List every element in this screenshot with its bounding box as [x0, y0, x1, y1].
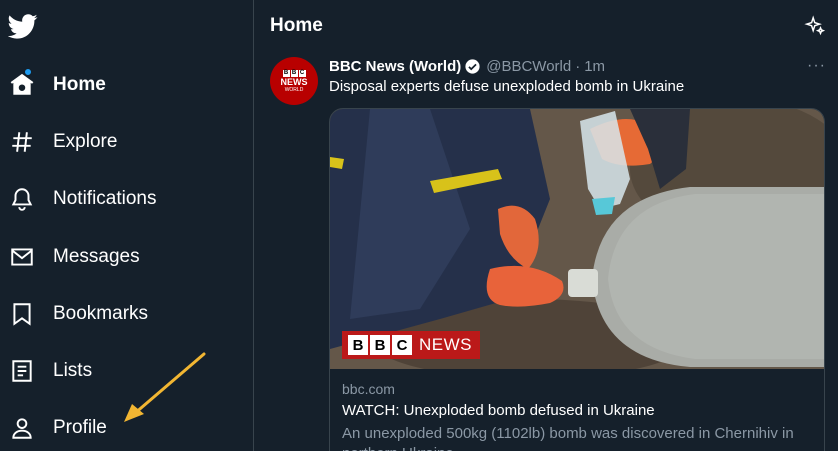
sidebar-item-label: Home: [53, 74, 106, 95]
sidebar-item-notifications[interactable]: Notifications: [0, 174, 240, 224]
unread-dot: [24, 68, 32, 76]
author-name[interactable]: BBC News (World): [329, 58, 461, 75]
tweet-timestamp[interactable]: 1m: [584, 58, 605, 75]
avatar[interactable]: B B C NEWS WORLD: [270, 57, 318, 105]
envelope-icon: [9, 244, 35, 270]
main-timeline: Home B B C NEWS WORLD BBC News (World) @…: [255, 0, 838, 451]
sidebar-item-label: Bookmarks: [53, 303, 149, 324]
bbc-logo: B B C: [282, 69, 306, 77]
bell-icon: [9, 186, 35, 212]
avatar-logo-letter: B: [290, 69, 298, 77]
more-options-icon[interactable]: ···: [807, 57, 826, 75]
twitter-bird-icon[interactable]: [7, 11, 38, 41]
sidebar-item-label: Notifications: [53, 188, 157, 209]
sidebar-item-home[interactable]: Home: [0, 60, 240, 110]
timeline-header: Home: [255, 0, 838, 53]
link-card[interactable]: B B C NEWS bbc.com WATCH: Unexploded bom…: [329, 108, 825, 451]
sidebar-item-label: Explore: [53, 131, 118, 152]
tweet-header: BBC News (World) @BBCWorld · 1m: [329, 58, 605, 75]
avatar-world-text: WORLD: [284, 86, 304, 93]
card-description: An unexploded 500kg (1102lb) bomb was di…: [342, 425, 794, 451]
card-domain: bbc.com: [342, 381, 395, 397]
card-title: WATCH: Unexploded bomb defused in Ukrain…: [342, 402, 655, 419]
sidebar-item-label: Profile: [53, 417, 107, 438]
sparkle-icon[interactable]: [804, 15, 826, 37]
sidebar: Home Explore Notifications Messages Book…: [0, 0, 254, 451]
author-handle[interactable]: @BBCWorld: [486, 58, 571, 75]
sidebar-item-explore[interactable]: Explore: [0, 117, 240, 167]
watermark-letter: C: [392, 335, 412, 355]
avatar-logo-letter: B: [282, 69, 290, 77]
bbc-news-watermark: B B C NEWS: [342, 331, 480, 359]
separator-dot: ·: [575, 58, 581, 75]
sidebar-item-messages[interactable]: Messages: [0, 232, 240, 282]
watermark-news-text: NEWS: [419, 335, 472, 354]
watermark-letter: B: [370, 335, 390, 355]
list-icon: [9, 358, 35, 384]
hashtag-icon: [9, 129, 35, 155]
page-title: Home: [270, 15, 323, 36]
home-icon: [9, 72, 35, 98]
avatar-news-text: NEWS: [280, 76, 308, 87]
tweet-text: Disposal experts defuse unexploded bomb …: [329, 78, 685, 95]
card-image: B B C NEWS: [330, 109, 824, 369]
sidebar-item-label: Messages: [53, 246, 140, 267]
watermark-letter: B: [348, 335, 368, 355]
bookmark-icon: [9, 301, 35, 327]
sidebar-item-bookmarks[interactable]: Bookmarks: [0, 289, 240, 339]
verified-badge-icon: [465, 59, 480, 74]
person-icon: [9, 415, 35, 441]
sidebar-item-label: Lists: [53, 360, 93, 381]
tweet[interactable]: B B C NEWS WORLD BBC News (World) @BBCWo…: [255, 53, 838, 451]
annotation-arrow-icon: [124, 352, 206, 422]
avatar-logo-letter: C: [298, 69, 306, 77]
